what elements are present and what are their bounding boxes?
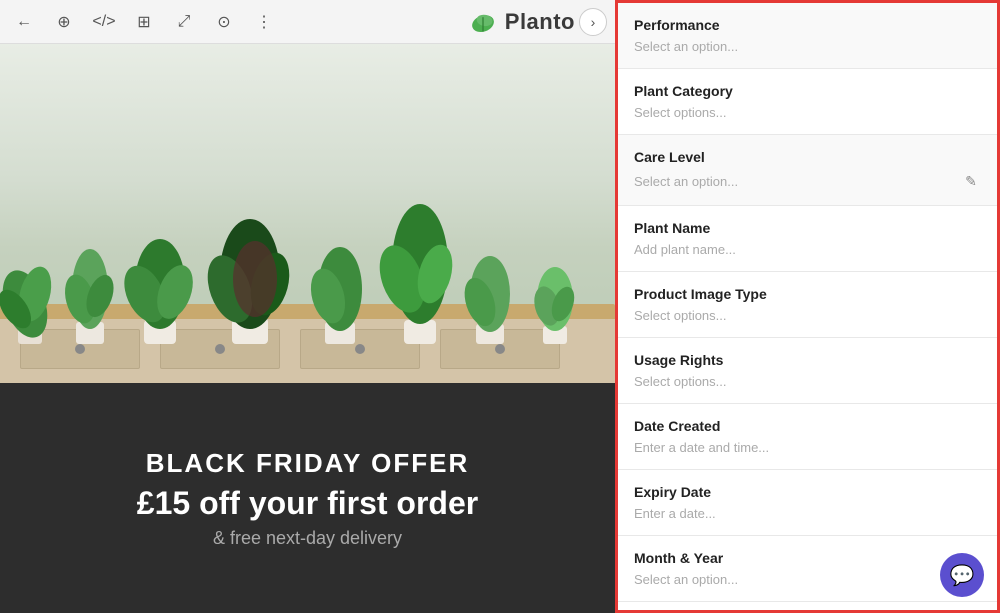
field-group-5: Usage Rights Select options... [618, 338, 997, 404]
chat-button[interactable]: 💬 [940, 553, 984, 597]
field-value-2: Select an option... [634, 174, 953, 189]
field-value-3[interactable]: Add plant name... [634, 242, 981, 257]
field-label-4: Product Image Type [634, 286, 981, 302]
code-icon[interactable]: </> [90, 8, 118, 36]
nav-arrow-button[interactable]: › [579, 8, 607, 36]
promo-discount-label: £15 off your first order [137, 485, 478, 522]
back-button[interactable]: ← [10, 8, 38, 36]
field-label-7: Expiry Date [634, 484, 981, 500]
field-group-2: Care Level Select an option... ✎ [618, 135, 997, 206]
hero-image [0, 44, 615, 384]
field-value-7[interactable]: Enter a date... [634, 506, 981, 521]
field-group-7: Expiry Date Enter a date... [618, 470, 997, 536]
share-icon[interactable]: ⤢ [170, 8, 198, 36]
promo-section: BLACK FRIDAY OFFER £15 off your first or… [0, 383, 615, 613]
field-group-3: Plant Name Add plant name... [618, 206, 997, 272]
field-label-3: Plant Name [634, 220, 981, 236]
zoom-icon[interactable]: ⊕ [50, 8, 78, 36]
more-icon[interactable]: ⋮ [250, 8, 278, 36]
field-group-0: Performance Select an option... [618, 3, 997, 69]
field-label-0: Performance [634, 17, 981, 33]
field-label-8: Month & Year [634, 550, 981, 566]
top-toolbar: ← ⊕ </> ⊞ ⤢ ⊙ ⋮ Planto › [0, 0, 615, 44]
field-label-1: Plant Category [634, 83, 981, 99]
field-value-6[interactable]: Enter a date and time... [634, 440, 981, 455]
field-group-4: Product Image Type Select options... [618, 272, 997, 338]
plant-shelf-bg [0, 44, 615, 384]
field-group-1: Plant Category Select options... [618, 69, 997, 135]
field-input-row-2[interactable]: Select an option... ✎ [634, 171, 981, 191]
field-label-2: Care Level [634, 149, 981, 165]
promo-offer-label: BLACK FRIDAY OFFER [146, 448, 469, 479]
logo-text: Planto [505, 9, 575, 35]
grid-icon[interactable]: ⊞ [130, 8, 158, 36]
field-value-4[interactable]: Select options... [634, 308, 981, 323]
plants-svg [0, 64, 615, 364]
field-value-0[interactable]: Select an option... [634, 39, 981, 54]
field-value-8[interactable]: Select an option... [634, 572, 981, 587]
field-label-5: Usage Rights [634, 352, 981, 368]
right-metadata-panel: Performance Select an option... Plant Cate… [615, 0, 1000, 613]
logo-leaf-icon [467, 6, 499, 38]
user-icon[interactable]: ⊙ [210, 8, 238, 36]
field-group-6: Date Created Enter a date and time... [618, 404, 997, 470]
promo-delivery-label: & free next-day delivery [213, 528, 402, 549]
brand-logo: Planto [467, 6, 575, 38]
edit-icon[interactable]: ✎ [961, 171, 981, 191]
field-label-6: Date Created [634, 418, 981, 434]
field-value-1[interactable]: Select options... [634, 105, 981, 120]
left-preview-panel: ← ⊕ </> ⊞ ⤢ ⊙ ⋮ Planto › [0, 0, 615, 613]
chat-icon: 💬 [950, 563, 975, 588]
field-value-5[interactable]: Select options... [634, 374, 981, 389]
